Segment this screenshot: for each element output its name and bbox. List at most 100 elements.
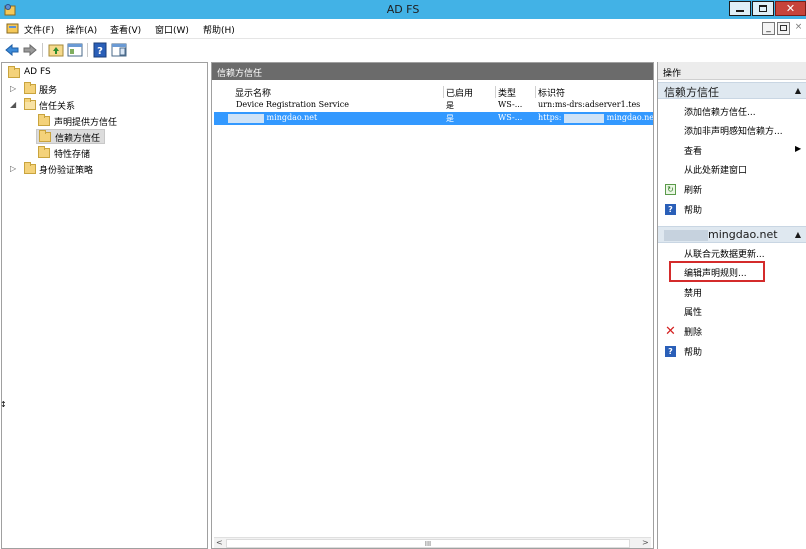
folder-icon <box>39 130 51 142</box>
folder-icon <box>38 114 50 126</box>
table-row[interactable]: Device Registration Service 是 WS-... urn… <box>214 99 653 112</box>
cell-enabled: 是 <box>446 101 454 110</box>
cell-display-name: mingdao.net <box>228 113 444 125</box>
tree-item-label: 声明提供方信任 <box>54 118 118 128</box>
tree-item-trust-relationships[interactable]: ◢ 信任关系 <box>10 98 206 113</box>
tree-item-services[interactable]: ▷ 服务 <box>10 82 206 97</box>
close-icon: ✕ <box>785 2 796 15</box>
action-disable[interactable]: 禁用 <box>684 286 702 299</box>
menu-help[interactable]: 帮助(H) <box>203 23 235 36</box>
menu-file[interactable]: 文件(F) <box>24 23 54 36</box>
cell-type: WS-... <box>498 100 523 109</box>
action-new-window-from-here[interactable]: 从此处新建窗口 <box>684 163 747 176</box>
tree-item-authentication-policies[interactable]: ▷ 身份验证策略 <box>10 162 206 177</box>
show-hide-action-pane-icon[interactable] <box>111 42 127 58</box>
redacted-text <box>228 113 264 123</box>
action-add-relying-party-trust[interactable]: 添加信赖方信任... <box>684 105 756 118</box>
tree-item-label: 信赖方信任 <box>55 134 101 144</box>
action-group-relying-party-trusts[interactable]: 信赖方信任 ▲ <box>658 82 806 99</box>
collapse-caret-icon[interactable]: ▲ <box>795 230 801 239</box>
close-button[interactable]: ✕ <box>775 1 806 16</box>
toolbar-separator <box>42 43 43 57</box>
cell-display-name: Device Registration Service <box>236 100 349 109</box>
action-group-selected-trust[interactable]: mingdao.net ▲ <box>658 226 806 243</box>
action-group-title: mingdao.net <box>708 228 778 241</box>
minimize-icon <box>736 10 744 12</box>
results-pane: 信赖方信任 显示名称 已启用 类型 标识符 Device Registratio… <box>211 62 654 549</box>
tree-item-relying-party-trusts[interactable]: 信赖方信任 <box>36 129 105 144</box>
cell-type: WS-... <box>498 113 523 122</box>
annotation-highlight-box <box>669 261 765 282</box>
scroll-grip: III <box>424 540 432 548</box>
maximize-icon <box>759 5 767 12</box>
action-update-from-federation-metadata[interactable]: 从联合元数据更新... <box>684 247 765 260</box>
window-title: AD FS <box>386 3 420 16</box>
restore-icon <box>780 25 787 31</box>
collapse-caret-icon[interactable]: ▲ <box>795 86 801 95</box>
splitter-cursor-icon: ↕ <box>0 400 7 409</box>
action-group-title: 信赖方信任 <box>664 86 719 99</box>
menu-action[interactable]: 操作(A) <box>66 23 97 36</box>
help-icon: ? <box>665 204 676 215</box>
collapse-arrow-icon[interactable]: ◢ <box>10 100 16 109</box>
toolbar: ? <box>0 40 806 60</box>
minimize-button[interactable] <box>729 1 751 16</box>
expand-arrow-icon[interactable]: ▷ <box>10 84 16 93</box>
cell-enabled: 是 <box>446 114 454 123</box>
tree-item-label: 信任关系 <box>39 102 76 112</box>
tree-item-label: 特性存储 <box>54 150 91 160</box>
menu-view[interactable]: 查看(V) <box>110 23 141 36</box>
mdi-minimize-button[interactable]: _ <box>762 22 775 35</box>
action-help-selected[interactable]: 帮助 <box>684 345 702 358</box>
column-header-enabled[interactable]: 已启用 <box>444 86 496 99</box>
tree-item-claims-provider-trusts[interactable]: 声明提供方信任 <box>36 114 206 129</box>
console-tree: AD FS ▷ 服务 ◢ 信任关系 声明提供方信任 信赖方信任 特性存储 ▷ 身… <box>1 62 208 549</box>
action-properties[interactable]: 属性 <box>684 305 702 318</box>
cell-identifier: urn:ms-drs:adserver1.tes <box>538 100 641 109</box>
folder-icon <box>8 66 20 78</box>
title-bar: AD FS ✕ <box>0 0 806 19</box>
tree-root[interactable]: AD FS <box>6 66 206 81</box>
actions-pane-title: 操作 <box>658 62 806 80</box>
action-add-non-claims-aware-trust[interactable]: 添加非声明感知信赖方... <box>684 124 783 137</box>
show-hide-console-tree-icon[interactable] <box>67 42 83 58</box>
results-pane-title: 信赖方信任 <box>212 63 653 80</box>
folder-icon <box>24 162 36 174</box>
back-arrow-icon[interactable] <box>4 42 20 58</box>
folder-icon <box>24 82 36 94</box>
delete-icon: ✕ <box>665 324 676 339</box>
table-row-selected[interactable]: mingdao.net 是 WS-... https: mingdao.ne <box>214 112 653 125</box>
column-header-type[interactable]: 类型 <box>496 86 536 99</box>
help-icon[interactable]: ? <box>92 42 108 58</box>
scrollbar-thumb[interactable]: III <box>226 539 630 548</box>
console-menu-icon[interactable] <box>6 22 19 35</box>
action-refresh[interactable]: 刷新 <box>684 183 702 196</box>
tree-item-attribute-stores[interactable]: 特性存储 <box>36 146 206 161</box>
actions-pane: 操作 信赖方信任 ▲ 添加信赖方信任... 添加非声明感知信赖方... 查看 ▶… <box>657 62 806 549</box>
action-delete[interactable]: 删除 <box>684 325 702 338</box>
refresh-icon: ↻ <box>665 184 676 195</box>
toolbar-separator <box>87 43 88 57</box>
scroll-left-icon[interactable]: < <box>216 538 223 547</box>
expand-arrow-icon[interactable]: ▷ <box>10 164 16 173</box>
mdi-restore-button[interactable] <box>777 22 790 35</box>
up-folder-icon[interactable] <box>48 42 64 58</box>
action-view[interactable]: 查看 <box>684 144 702 157</box>
column-header-identifier[interactable]: 标识符 <box>536 86 653 99</box>
maximize-button[interactable] <box>752 1 774 16</box>
scroll-right-icon[interactable]: > <box>642 538 649 547</box>
column-header-display-name[interactable]: 显示名称 <box>233 86 444 99</box>
help-icon: ? <box>665 346 676 357</box>
redacted-text <box>664 229 708 241</box>
tree-item-label: 服务 <box>39 86 58 96</box>
svg-text:?: ? <box>97 46 103 57</box>
horizontal-scrollbar[interactable]: < III > <box>214 537 651 548</box>
submenu-arrow-icon: ▶ <box>795 144 802 153</box>
action-help[interactable]: 帮助 <box>684 203 702 216</box>
menu-bar: 文件(F) 操作(A) 查看(V) 窗口(W) 帮助(H) _ × <box>0 19 806 39</box>
forward-arrow-icon[interactable] <box>22 42 38 58</box>
tree-root-label: AD FS <box>24 67 51 77</box>
menu-window[interactable]: 窗口(W) <box>155 23 189 36</box>
cell-identifier: https: mingdao.ne <box>538 113 653 123</box>
mdi-close-button[interactable]: × <box>792 22 805 35</box>
